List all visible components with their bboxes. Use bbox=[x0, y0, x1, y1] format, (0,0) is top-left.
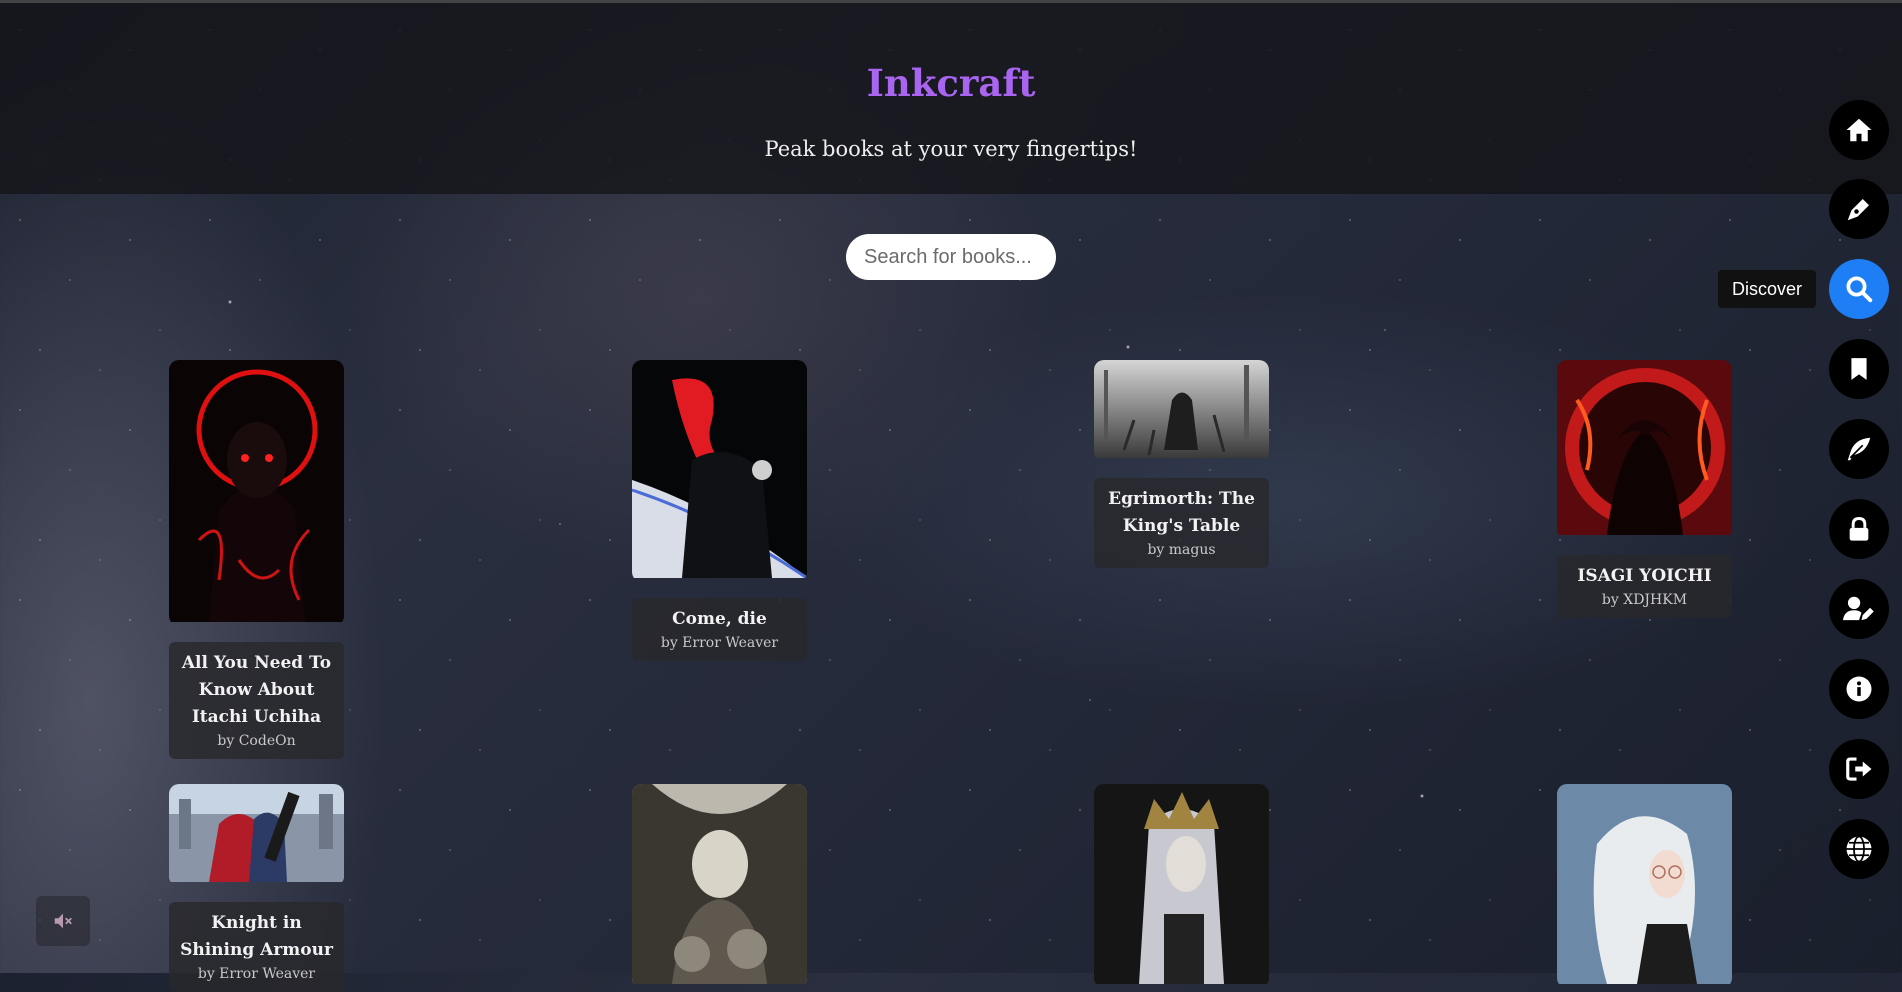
book-title[interactable]: Egrimorth: The King's Table bbox=[1100, 486, 1263, 540]
silver-hair-cover-image bbox=[1094, 784, 1269, 984]
book-title[interactable]: All You Need To Know About Itachi Uchiha bbox=[175, 650, 338, 731]
site-header: Inkcraft Peak books at your very fingert… bbox=[0, 0, 1902, 194]
search-icon bbox=[1846, 276, 1873, 303]
home-icon bbox=[1846, 118, 1872, 142]
book-info: ISAGI YOICHI by XDJHKM bbox=[1557, 555, 1732, 618]
user-edit-icon bbox=[1843, 596, 1874, 621]
nav-discover-button[interactable] bbox=[1829, 259, 1889, 319]
book-author: by XDJHKM bbox=[1601, 592, 1688, 608]
book-card[interactable]: Knight in Shining Armour by Error Weaver bbox=[169, 784, 344, 992]
feather-icon bbox=[1847, 437, 1871, 461]
book-title[interactable]: Knight in Shining Armour bbox=[175, 910, 338, 964]
nav-about-button[interactable] bbox=[1829, 659, 1889, 719]
search-input[interactable] bbox=[846, 234, 1056, 280]
book-card[interactable] bbox=[632, 784, 807, 988]
white-hair-girl-cover-image bbox=[1557, 784, 1732, 984]
book-card[interactable]: ISAGI YOICHI by XDJHKM bbox=[1557, 360, 1732, 618]
book-cover[interactable] bbox=[169, 360, 344, 626]
book-info: All You Need To Know About Itachi Uchiha… bbox=[169, 642, 344, 759]
book-cover[interactable] bbox=[632, 360, 807, 582]
book-author: by Error Weaver bbox=[660, 635, 779, 651]
pen-icon bbox=[1847, 199, 1869, 221]
egrimorth-cover-image bbox=[1094, 360, 1269, 458]
book-author: by magus bbox=[1147, 542, 1216, 558]
info-icon bbox=[1846, 676, 1872, 702]
book-title[interactable]: ISAGI YOICHI bbox=[1563, 563, 1726, 590]
book-card[interactable] bbox=[1094, 784, 1269, 988]
nav-logout-button[interactable] bbox=[1829, 739, 1889, 799]
sketch-cover-image bbox=[632, 784, 807, 984]
book-info: Come, die by Error Weaver bbox=[632, 598, 807, 661]
knight-cover-image bbox=[169, 784, 344, 882]
book-title[interactable]: Come, die bbox=[638, 606, 801, 633]
book-card[interactable]: Egrimorth: The King's Table by magus bbox=[1094, 360, 1269, 568]
come-die-cover-image bbox=[632, 360, 807, 580]
book-card[interactable] bbox=[1557, 784, 1732, 988]
logout-icon bbox=[1846, 757, 1872, 781]
book-card[interactable]: All You Need To Know About Itachi Uchiha… bbox=[169, 360, 344, 759]
nav-bookmarks-button[interactable] bbox=[1829, 339, 1889, 399]
nav-profile-edit-button[interactable] bbox=[1829, 579, 1889, 639]
nav-stories-button[interactable] bbox=[1829, 419, 1889, 479]
isagi-cover-image bbox=[1557, 360, 1732, 535]
book-cover[interactable] bbox=[1094, 360, 1269, 462]
nav-write-button[interactable] bbox=[1829, 179, 1889, 239]
book-info: Knight in Shining Armour by Error Weaver bbox=[169, 902, 344, 992]
bookmark-icon bbox=[1851, 358, 1867, 380]
site-title: Inkcraft bbox=[866, 61, 1036, 105]
mute-toggle-button[interactable] bbox=[36, 896, 90, 946]
book-cover[interactable] bbox=[632, 784, 807, 988]
lock-icon bbox=[1849, 517, 1869, 541]
speaker-muted-icon bbox=[54, 913, 72, 929]
book-author: by CodeOn bbox=[217, 733, 296, 749]
globe-icon bbox=[1846, 835, 1872, 863]
book-cover[interactable] bbox=[1557, 360, 1732, 539]
book-cover[interactable] bbox=[1094, 784, 1269, 988]
book-cover[interactable] bbox=[1557, 784, 1732, 988]
nav-language-button[interactable] bbox=[1829, 819, 1889, 879]
book-info: Egrimorth: The King's Table by magus bbox=[1094, 478, 1269, 568]
nav-private-button[interactable] bbox=[1829, 499, 1889, 559]
nav-tooltip: Discover bbox=[1718, 270, 1817, 308]
book-cover[interactable] bbox=[169, 784, 344, 886]
book-author: by Error Weaver bbox=[197, 966, 316, 982]
nav-home-button[interactable] bbox=[1829, 100, 1889, 160]
itachi-cover-image bbox=[169, 360, 344, 622]
site-tagline: Peak books at your very fingertips! bbox=[764, 137, 1138, 161]
book-card[interactable]: Come, die by Error Weaver bbox=[632, 360, 807, 661]
